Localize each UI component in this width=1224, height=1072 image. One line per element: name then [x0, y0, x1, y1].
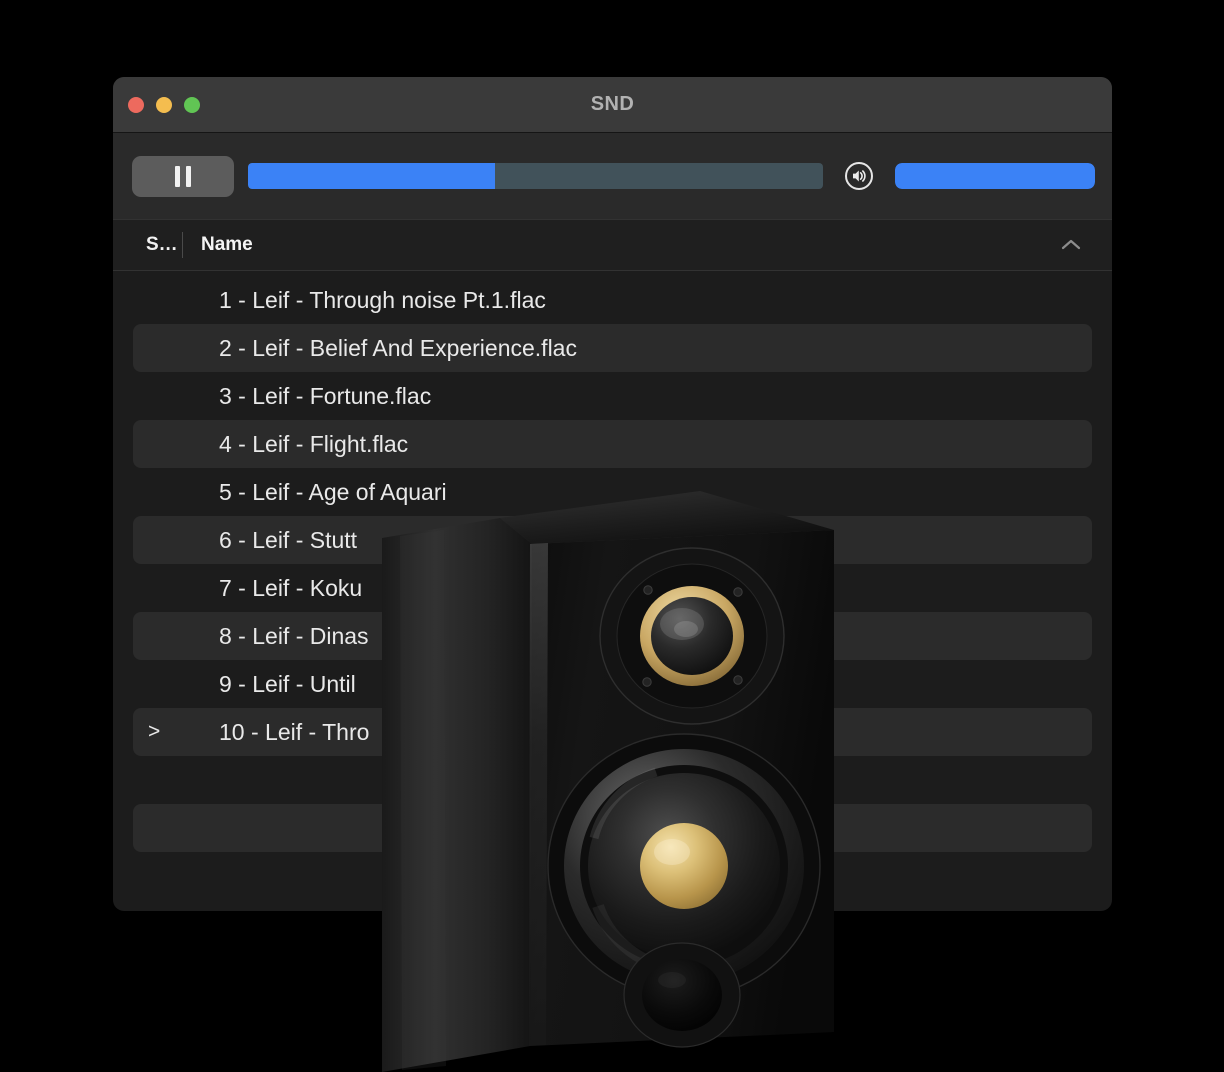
track-list-empty-row	[133, 756, 1092, 804]
track-row[interactable]: 8 - Leif - Dinas	[133, 612, 1092, 660]
track-row[interactable]: 4 - Leif - Flight.flac	[133, 420, 1092, 468]
track-list: 1 - Leif - Through noise Pt.1.flac 2 - Le…	[113, 271, 1112, 852]
volume-slider[interactable]	[895, 163, 1095, 189]
track-name: 2 - Leif - Belief And Experience.flac	[219, 334, 577, 361]
pause-icon-bar-2	[186, 165, 191, 187]
track-row[interactable]: 7 - Leif - Koku	[133, 564, 1092, 612]
snd-app-window: SND S… Name 1 - Leif - Through noise Pt.…	[113, 77, 1112, 911]
pause-icon	[175, 165, 180, 187]
column-header-name[interactable]: Name	[183, 234, 1060, 256]
track-row[interactable]: 9 - Leif - Until	[133, 660, 1092, 708]
window-title: SND	[590, 93, 635, 115]
track-name: 6 - Leif - Stutt	[219, 526, 358, 553]
track-name: 8 - Leif - Dinas	[219, 622, 369, 649]
track-row[interactable]: 3 - Leif - Fortune.flac	[133, 372, 1092, 420]
speaker-wave-icon[interactable]	[844, 161, 874, 191]
column-header-status[interactable]: S…	[113, 234, 182, 256]
track-name: 10 - Leif - Thro	[219, 718, 370, 745]
minimize-window-button[interactable]	[156, 96, 172, 113]
traffic-lights	[128, 96, 200, 113]
track-name: 1 - Leif - Through noise Pt.1.flac	[219, 286, 546, 313]
seek-slider[interactable]	[248, 163, 823, 189]
seek-progress-fill	[248, 163, 496, 189]
track-name: 3 - Leif - Fortune.flac	[219, 382, 432, 409]
track-list-header: S… Name	[113, 219, 1112, 271]
chevron-up-icon[interactable]	[1060, 238, 1082, 252]
track-name: 4 - Leif - Flight.flac	[219, 430, 409, 457]
track-row[interactable]: 5 - Leif - Age of Aquari	[133, 468, 1092, 516]
track-name: 7 - Leif - Koku	[219, 574, 363, 601]
track-name: 9 - Leif - Until	[219, 670, 356, 697]
track-row[interactable]: 2 - Leif - Belief And Experience.flac	[133, 324, 1092, 372]
track-now-playing-indicator: >	[148, 720, 161, 743]
volume-level-fill	[895, 163, 1095, 189]
maximize-window-button[interactable]	[184, 96, 200, 113]
track-name: 5 - Leif - Age of Aquari	[219, 478, 447, 505]
pause-button[interactable]	[132, 155, 234, 197]
close-window-button[interactable]	[128, 96, 144, 113]
titlebar: SND	[113, 77, 1112, 133]
track-row[interactable]: 6 - Leif - Stutt	[133, 516, 1092, 564]
track-row[interactable]: 1 - Leif - Through noise Pt.1.flac	[133, 276, 1092, 324]
track-row[interactable]: >10 - Leif - Thro	[133, 708, 1092, 756]
track-list-empty-row	[133, 804, 1092, 852]
playback-toolbar	[113, 133, 1112, 219]
